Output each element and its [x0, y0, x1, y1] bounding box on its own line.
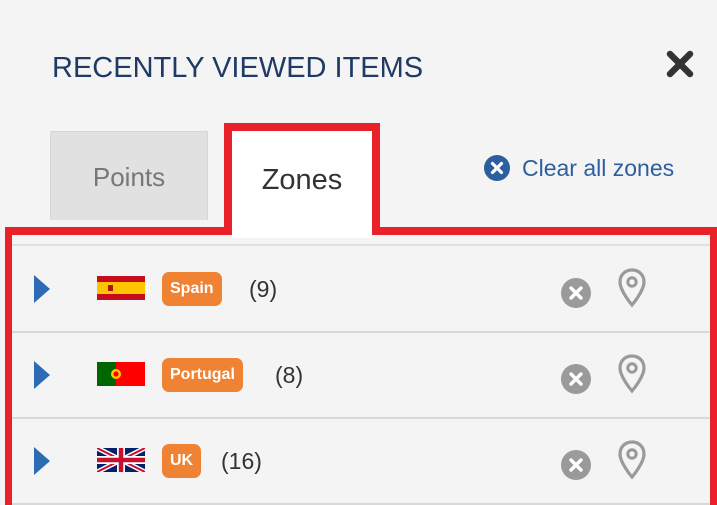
tab-points-label: Points [92, 162, 166, 192]
tab-points[interactable]: Points [50, 131, 208, 220]
clear-circle-icon [484, 155, 510, 181]
close-icon [666, 50, 694, 78]
highlight-box-list [5, 227, 717, 505]
highlight-box-tab [224, 123, 380, 235]
close-button[interactable] [664, 48, 696, 80]
clear-all-zones-button[interactable]: Clear all zones [484, 152, 674, 184]
recently-viewed-panel: RECENTLY VIEWED ITEMS Points Zones Clear… [0, 0, 717, 505]
panel-title: RECENTLY VIEWED ITEMS [52, 52, 424, 84]
clear-all-zones-label: Clear all zones [522, 154, 675, 181]
